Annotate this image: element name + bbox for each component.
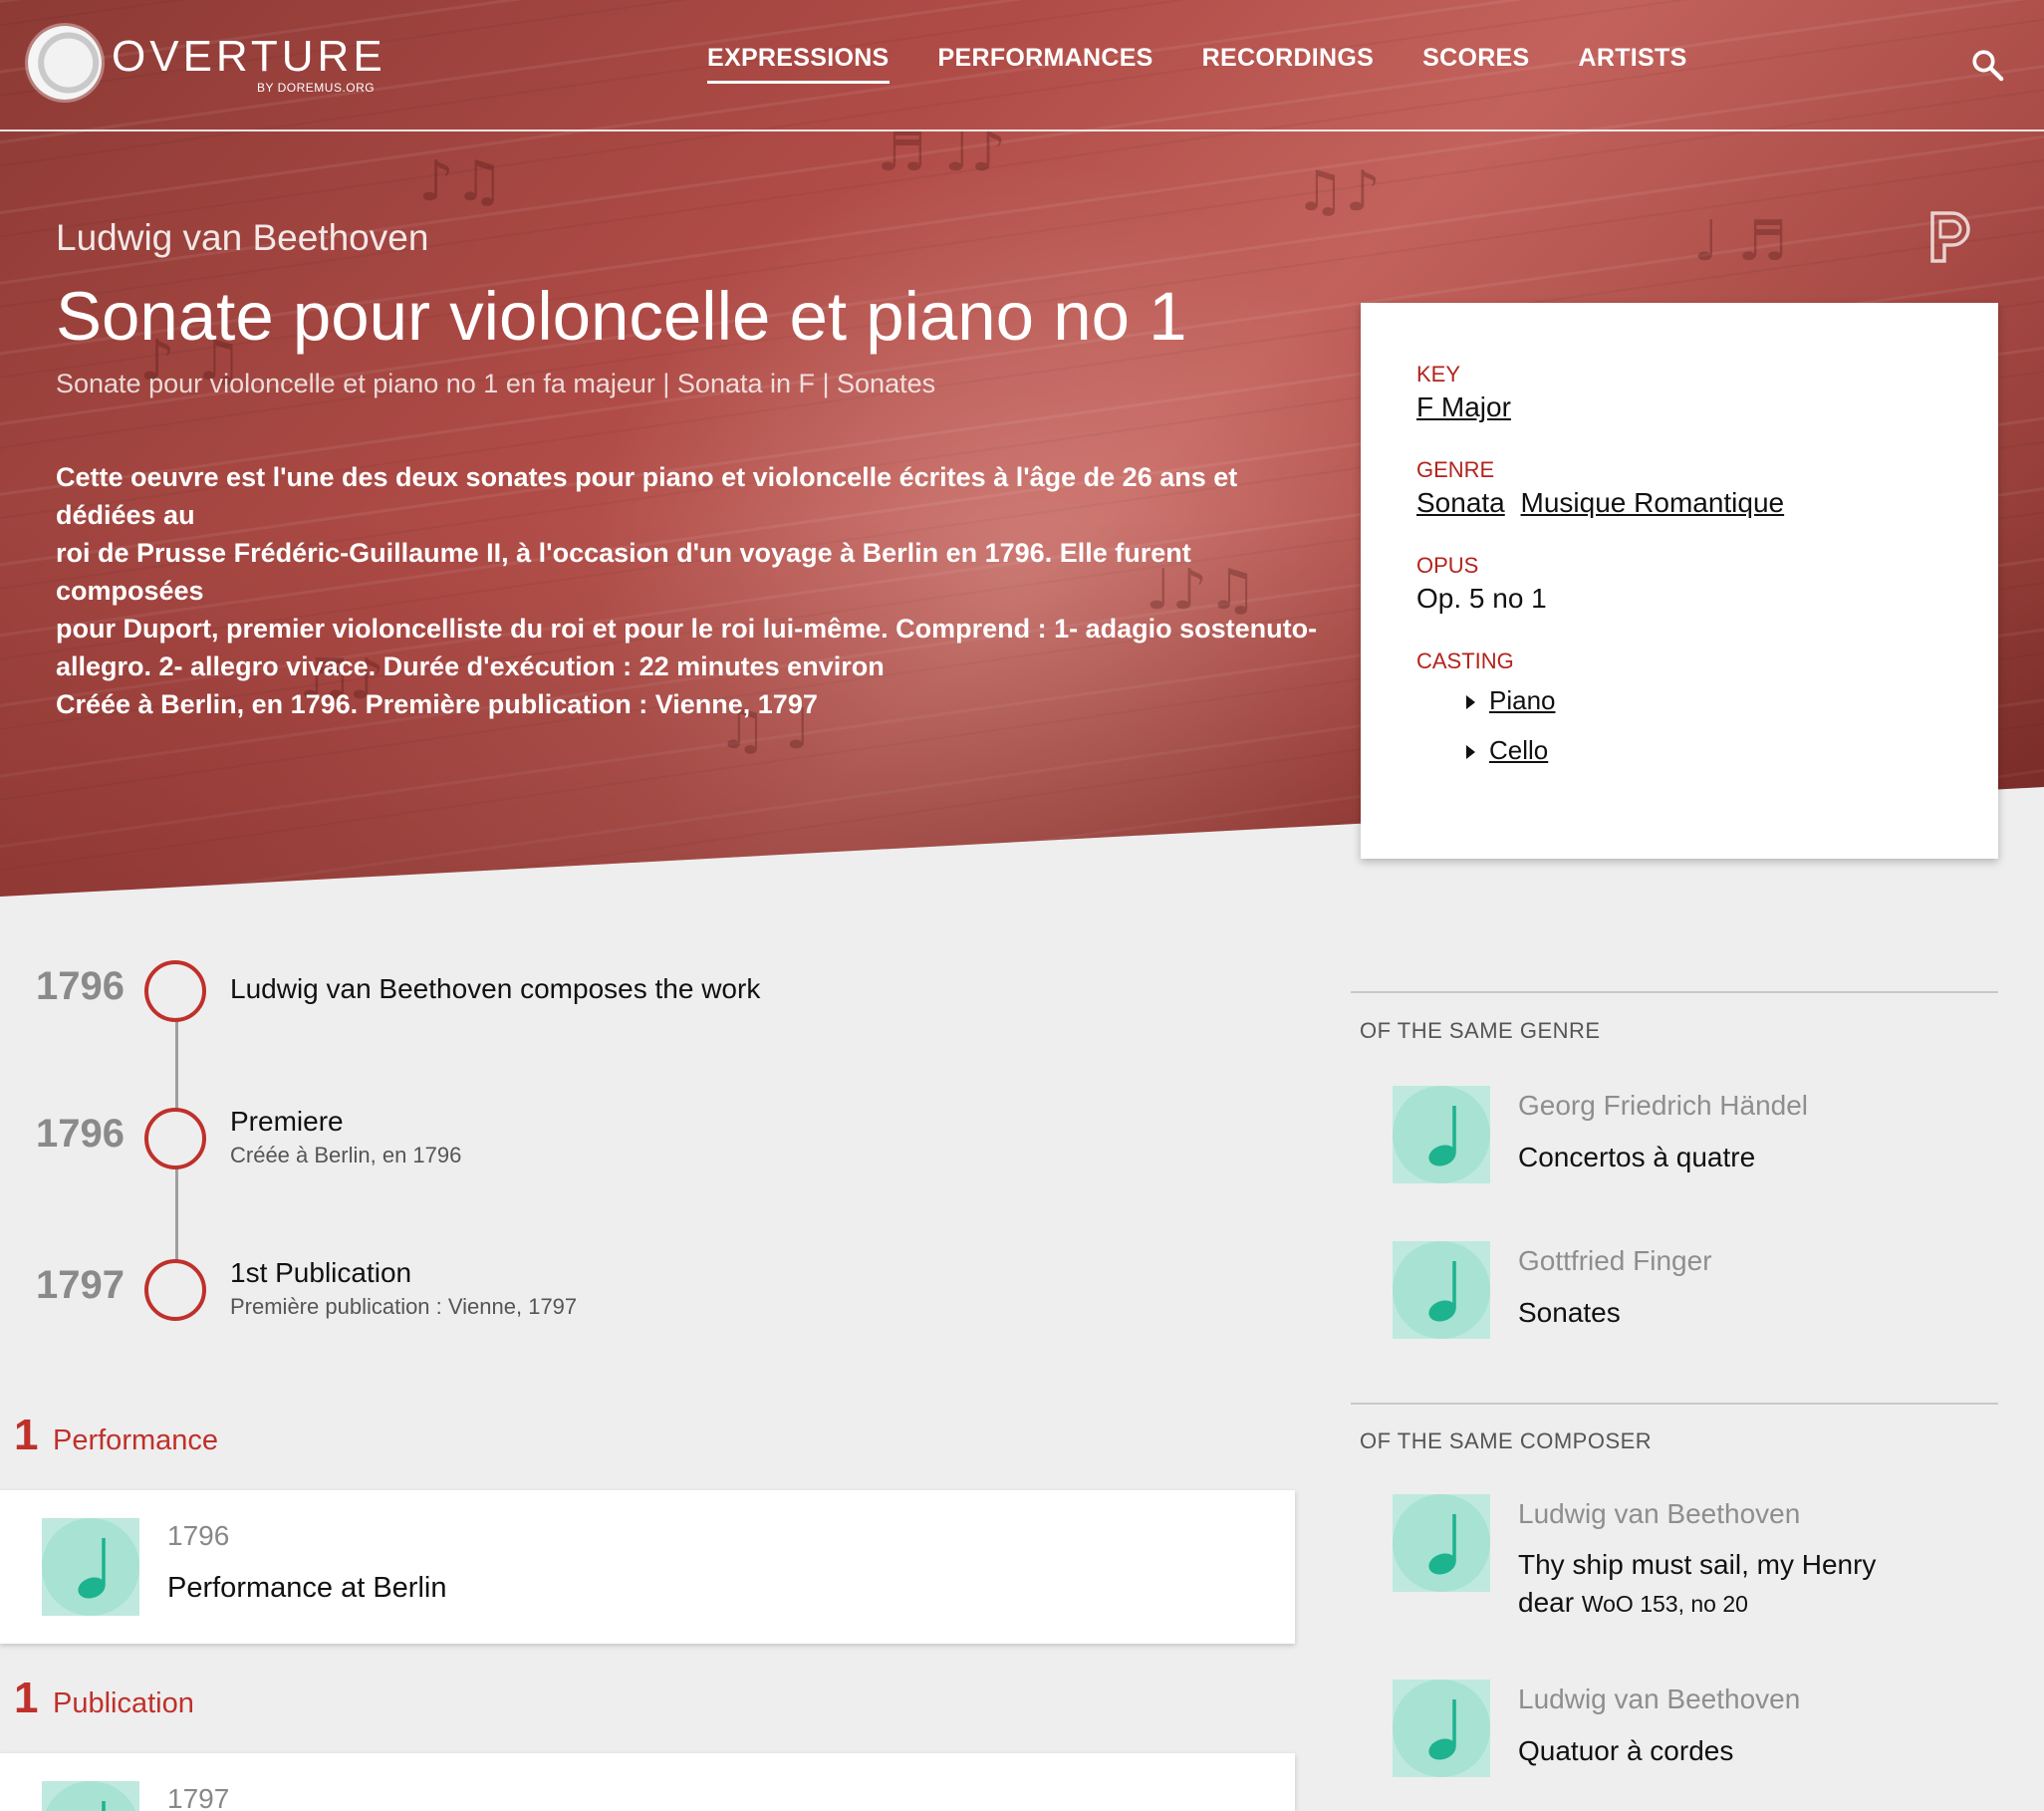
nav-recordings[interactable]: RECORDINGS <box>1202 44 1374 84</box>
casting-link-piano[interactable]: Piano <box>1489 685 1556 715</box>
description-line: Créée à Berlin, en 1796. Première public… <box>56 689 818 719</box>
music-note-icon <box>1393 1680 1490 1777</box>
nav-expressions[interactable]: EXPRESSIONS <box>707 44 890 84</box>
music-note-icon <box>1393 1494 1490 1592</box>
same-genre-heading: OF THE SAME GENRE <box>1360 1018 1601 1043</box>
logo-word: OVERTURE <box>112 32 386 81</box>
publication-card[interactable]: 1797 <box>0 1753 1295 1811</box>
casting-link-cello[interactable]: Cello <box>1489 735 1548 765</box>
casting-item: Piano <box>1466 685 1556 716</box>
opus-value: Op. 5 no 1 <box>1416 583 1547 614</box>
composer-name[interactable]: Ludwig van Beethoven <box>56 217 428 259</box>
genre-link-sonata[interactable]: Sonata <box>1416 487 1505 518</box>
timeline-title: Premiere <box>230 1106 344 1137</box>
related-title[interactable]: Concertos à quatre <box>1518 1139 1986 1176</box>
related-composer[interactable]: Georg Friedrich Händel <box>1518 1090 1808 1122</box>
logo[interactable]: OVERTURE BY DOREMUS.ORG <box>28 26 406 100</box>
timeline-year: 1797 <box>36 1263 125 1307</box>
divider <box>1351 991 1998 993</box>
related-title-line: Thy ship must sail, my Henry <box>1518 1549 1877 1580</box>
divider <box>1351 1403 1998 1405</box>
publication-count: 1 <box>14 1674 39 1722</box>
timeline-subtitle: Créée à Berlin, en 1796 <box>230 1143 462 1167</box>
nav-scores[interactable]: SCORES <box>1422 44 1529 84</box>
performance-year: 1796 <box>167 1520 230 1551</box>
timeline-subtitle: Première publication : Vienne, 1797 <box>230 1294 578 1319</box>
music-note-icon <box>1393 1086 1490 1183</box>
casting-item: Cello <box>1466 735 1548 766</box>
related-composer[interactable]: Ludwig van Beethoven <box>1518 1683 1800 1715</box>
related-title-suffix: WoO 153, no 20 <box>1581 1591 1748 1617</box>
timeline-dot <box>144 1108 206 1169</box>
related-title[interactable]: Sonates <box>1518 1294 1986 1332</box>
description-line: pour Duport, premier violoncelliste du r… <box>56 614 1318 644</box>
logo-icon <box>28 26 102 100</box>
description-line: allegro. 2- allegro vivace. Durée d'exéc… <box>56 651 885 681</box>
work-info-card: KEY F Major GENRE Sonata Musique Romanti… <box>1361 303 1998 859</box>
search-icon[interactable] <box>1970 48 2004 82</box>
related-title[interactable]: Thy ship must sail, my Henry dear WoO 15… <box>1518 1546 1986 1623</box>
logo-sub: BY DOREMUS.ORG <box>257 81 376 95</box>
opus-label: OPUS <box>1416 553 1479 578</box>
timeline-dot <box>144 960 206 1022</box>
publication-section-label: Publication <box>53 1687 194 1719</box>
timeline-title: Ludwig van Beethoven composes the work <box>230 973 761 1004</box>
genre-link-romantic[interactable]: Musique Romantique <box>1521 487 1785 518</box>
publication-year: 1797 <box>167 1783 230 1811</box>
key-link[interactable]: F Major <box>1416 391 1511 422</box>
timeline-title: 1st Publication <box>230 1257 412 1288</box>
same-composer-heading: OF THE SAME COMPOSER <box>1360 1428 1653 1453</box>
page-subtitle: Sonate pour violoncelle et piano no 1 en… <box>56 369 936 398</box>
performance-section-label: Performance <box>53 1424 219 1456</box>
nav-artists[interactable]: ARTISTS <box>1579 44 1687 84</box>
performance-count: 1 <box>14 1411 39 1459</box>
related-composer[interactable]: Gottfried Finger <box>1518 1245 1712 1277</box>
key-value: F Major <box>1416 391 1519 423</box>
music-note-icon <box>1393 1241 1490 1339</box>
music-note-icon <box>42 1518 139 1616</box>
related-title-line: dear WoO 153, no 20 <box>1518 1584 1986 1623</box>
genre-label: GENRE <box>1416 457 1495 482</box>
timeline-year: 1796 <box>36 964 125 1008</box>
p-icon[interactable] <box>1926 209 1974 265</box>
nav-links: EXPRESSIONS PERFORMANCES RECORDINGS SCOR… <box>707 44 1687 84</box>
music-note-icon <box>42 1781 139 1811</box>
key-label: KEY <box>1416 362 1461 387</box>
description-line: roi de Prusse Frédéric-Guillaume II, à l… <box>56 538 1191 606</box>
performance-card[interactable]: 1796 Performance at Berlin <box>0 1490 1295 1644</box>
genre-values: Sonata Musique Romantique <box>1416 487 1792 519</box>
performance-title[interactable]: Performance at Berlin <box>167 1572 446 1605</box>
work-description: Cette oeuvre est l'une des deux sonates … <box>56 458 1341 723</box>
page-title: Sonate pour violoncelle et piano no 1 <box>56 278 1187 355</box>
triangle-right-icon <box>1466 695 1475 710</box>
related-title[interactable]: Quatuor à cordes <box>1518 1732 1986 1770</box>
related-composer[interactable]: Ludwig van Beethoven <box>1518 1498 1800 1530</box>
casting-label: CASTING <box>1416 648 1514 673</box>
related-title-line2: dear <box>1518 1587 1575 1618</box>
description-line: Cette oeuvre est l'une des deux sonates … <box>56 462 1238 530</box>
nav-performances[interactable]: PERFORMANCES <box>938 44 1153 84</box>
top-nav: OVERTURE BY DOREMUS.ORG EXPRESSIONS PERF… <box>0 0 2044 131</box>
timeline-dot <box>144 1259 206 1321</box>
triangle-right-icon <box>1466 745 1475 760</box>
timeline-year: 1796 <box>36 1112 125 1156</box>
